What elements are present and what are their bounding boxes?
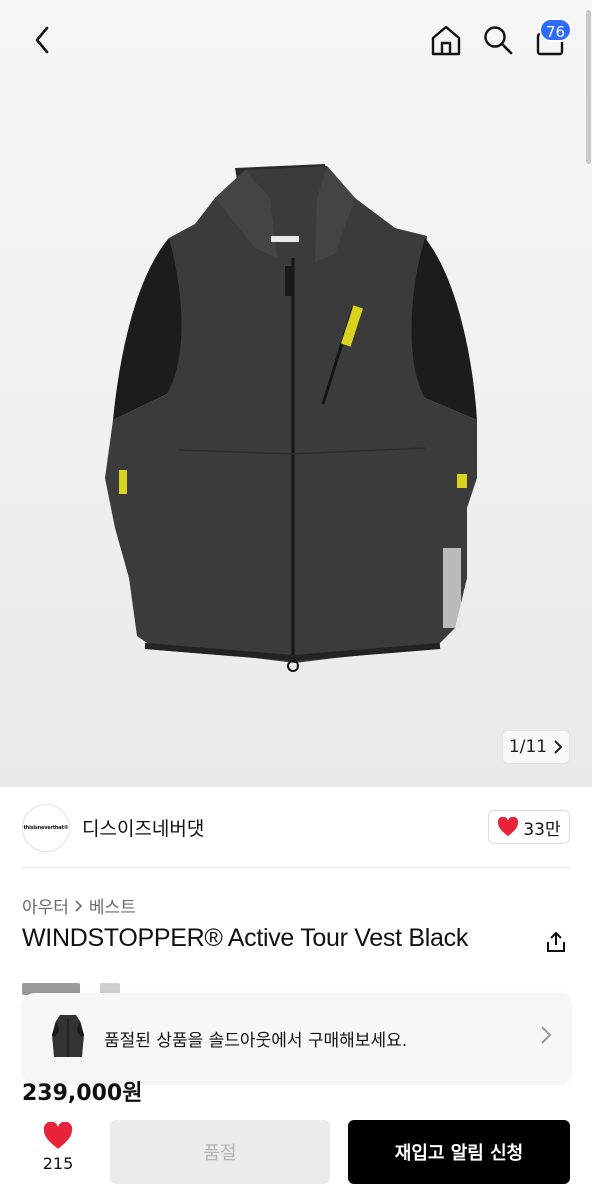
search-button[interactable]	[478, 18, 518, 62]
share-icon	[547, 931, 565, 952]
wishlist-count: 215	[42, 1154, 74, 1173]
brand-like-button[interactable]: 33만	[488, 810, 570, 844]
image-counter-text: 1/11	[508, 737, 548, 757]
breadcrumb: 아우터 베스트	[22, 893, 136, 918]
bottom-action-bar: 215 품절 재입고 알림 신청	[0, 1110, 592, 1200]
heart-icon	[43, 1122, 73, 1149]
home-button[interactable]	[426, 18, 466, 62]
wishlist-button[interactable]: 215	[22, 1122, 94, 1188]
product-image-gallery[interactable]: 1/11	[0, 0, 592, 787]
breadcrumb-subcategory[interactable]: 베스트	[89, 893, 136, 918]
chevron-right-icon	[554, 740, 563, 754]
soldout-promo-banner[interactable]: 품절된 상품을 솔드아웃에서 구매해보세요.	[24, 993, 570, 1081]
product-image-vest	[105, 164, 477, 672]
chevron-right-icon	[541, 1026, 552, 1044]
search-icon	[484, 26, 513, 55]
heart-icon	[498, 817, 519, 837]
soldout-banner-text: 품절된 상품을 솔드아웃에서 구매해보세요.	[104, 1031, 408, 1051]
image-counter[interactable]: 1/11	[502, 730, 570, 764]
cart-count-badge: 76	[539, 18, 573, 42]
brand-like-count: 33만	[523, 819, 561, 840]
vest-thumbnail-image	[52, 1015, 84, 1057]
chevron-left-icon	[35, 26, 49, 54]
soldout-button: 품절	[110, 1120, 330, 1184]
breadcrumb-category[interactable]: 아우터	[22, 893, 69, 918]
brand-logo-text: thisisneverthat®	[23, 825, 69, 831]
share-button[interactable]	[542, 928, 570, 956]
product-price: 239,000원	[22, 1081, 143, 1106]
brand-logo[interactable]: thisisneverthat®	[22, 804, 70, 852]
back-button[interactable]	[22, 20, 62, 60]
chevron-right-icon	[75, 899, 83, 912]
brand-name[interactable]: 디스이즈네버댓	[82, 814, 204, 841]
restock-alert-button[interactable]: 재입고 알림 신청	[348, 1120, 570, 1184]
home-icon	[431, 25, 461, 56]
product-title: WINDSTOPPER® Active Tour Vest Black	[22, 924, 469, 952]
soldout-product-thumbnail	[38, 1007, 98, 1067]
divider	[22, 867, 570, 868]
top-navigation-bar: 76	[0, 0, 592, 80]
